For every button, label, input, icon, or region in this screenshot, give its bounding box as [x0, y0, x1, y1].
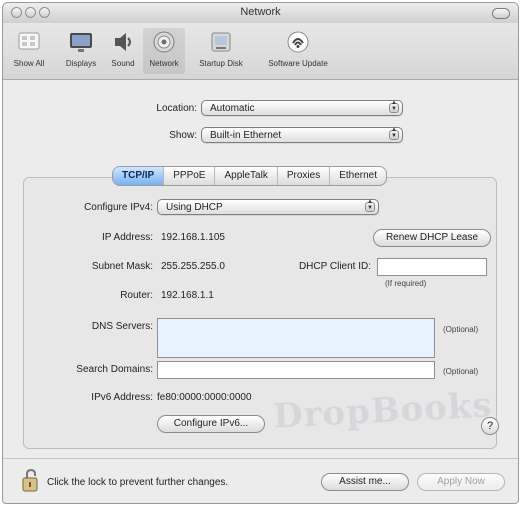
location-popup[interactable]: Automatic [201, 100, 403, 116]
toolbar-sound[interactable]: Sound [106, 28, 140, 74]
search-optional-hint: (Optional) [443, 367, 479, 376]
toolbar-network[interactable]: Network [143, 28, 185, 74]
ipv6-address-label: IPv6 Address: [91, 392, 153, 403]
sound-icon [109, 28, 137, 56]
toolbar-software-update[interactable]: Software Update [258, 28, 338, 74]
popup-arrows-icon [389, 100, 399, 113]
configure-ipv6-button[interactable]: Configure IPv6... [157, 415, 265, 433]
dns-servers-field[interactable] [157, 318, 435, 358]
show-value: Built-in Ethernet [210, 130, 282, 141]
ip-address-label: IP Address: [102, 232, 153, 243]
toolbar-label-displays: Displays [65, 59, 97, 68]
tab-ethernet[interactable]: Ethernet [330, 167, 386, 185]
search-domains-label: Search Domains: [76, 364, 153, 375]
router-value: 192.168.1.1 [161, 290, 214, 301]
dns-servers-label: DNS Servers: [91, 321, 153, 332]
help-button[interactable]: ? [481, 417, 499, 435]
popup-arrows-icon [389, 127, 399, 140]
toolbar-toggle-button[interactable] [492, 8, 510, 19]
renew-dhcp-lease-button[interactable]: Renew DHCP Lease [373, 229, 491, 247]
show-label: Show: [169, 130, 197, 141]
toolbar-show-all[interactable]: Show All [9, 28, 49, 74]
toolbar-displays[interactable]: Displays [61, 28, 101, 74]
toolbar-label-startup-disk: Startup Disk [199, 59, 243, 68]
router-label: Router: [120, 290, 153, 301]
network-icon [150, 28, 178, 56]
assist-me-button[interactable]: Assist me... [321, 473, 409, 491]
network-preferences-window: Network Show All Displays Sound Network … [2, 2, 519, 504]
lock-icon[interactable] [17, 467, 45, 495]
toolbar-label-sound: Sound [111, 59, 135, 68]
tcpip-panel [23, 177, 497, 449]
toolbar-label-network: Network [149, 59, 179, 68]
tab-tcpip[interactable]: TCP/IP [113, 167, 165, 185]
tab-pppoe[interactable]: PPPoE [164, 167, 216, 185]
dhcp-client-id-field[interactable] [377, 258, 487, 276]
ip-address-value: 192.168.1.105 [161, 232, 225, 243]
title-bar: Network [3, 3, 518, 24]
tab-proxies[interactable]: Proxies [278, 167, 331, 185]
dns-optional-hint: (Optional) [443, 325, 479, 334]
toolbar-label-show-all: Show All [13, 59, 45, 68]
apply-now-button[interactable]: Apply Now [417, 473, 505, 491]
assist-me-label: Assist me... [339, 476, 391, 487]
window-title: Network [240, 6, 281, 18]
tab-appletalk[interactable]: AppleTalk [215, 167, 278, 185]
configure-ipv4-label: Configure IPv4: [84, 202, 153, 213]
location-label: Location: [156, 103, 197, 114]
configure-ipv6-label: Configure IPv6... [173, 418, 249, 429]
subnet-mask-label: Subnet Mask: [91, 261, 153, 272]
lock-message: Click the lock to prevent further change… [47, 477, 229, 488]
popup-arrows-icon [365, 199, 375, 212]
show-all-icon [15, 28, 43, 56]
show-popup[interactable]: Built-in Ethernet [201, 127, 403, 143]
toolbar-startup-disk[interactable]: Startup Disk [193, 28, 249, 74]
network-tabs: TCP/IP PPPoE AppleTalk Proxies Ethernet [112, 166, 388, 186]
configure-ipv4-value: Using DHCP [166, 202, 223, 213]
dhcp-client-id-label: DHCP Client ID: [298, 261, 371, 272]
toolbar-label-software-update: Software Update [268, 59, 328, 68]
startup-disk-icon [207, 28, 235, 56]
search-domains-field[interactable] [157, 361, 435, 379]
footer-divider [3, 458, 518, 459]
configure-ipv4-popup[interactable]: Using DHCP [157, 199, 379, 215]
apply-now-label: Apply Now [437, 476, 485, 487]
renew-dhcp-lease-label: Renew DHCP Lease [385, 232, 479, 243]
preferences-toolbar: Show All Displays Sound Network Startup … [3, 23, 518, 80]
ipv6-address-value: fe80:0000:0000:0000 [157, 392, 252, 403]
displays-icon [67, 28, 95, 56]
software-update-icon [284, 28, 312, 56]
subnet-mask-value: 255.255.255.0 [161, 261, 225, 272]
dhcp-client-id-hint: (If required) [385, 279, 427, 288]
location-value: Automatic [210, 103, 255, 114]
